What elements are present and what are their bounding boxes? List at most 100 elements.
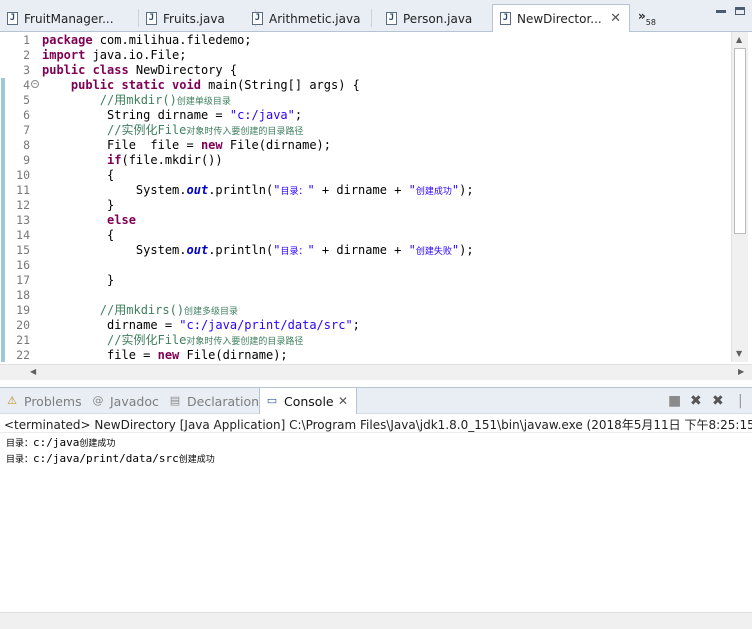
close-icon[interactable]: ✕ [338,394,348,408]
code-token: ; [294,108,303,122]
code-line[interactable]: 11 System.out.println("目录：" + dirname + … [0,183,730,198]
output-text: c:/java [33,436,80,449]
code-text: String dirname = "c:/java"; [42,108,302,123]
tab-overflow-button[interactable]: »58 [638,9,656,27]
line-number: 3 [23,63,30,77]
code-token: (file.mkdir()) [121,153,223,167]
tab-arithmetic[interactable]: J Arithmetic.java [245,5,375,32]
tab-label: Console [284,394,334,409]
code-line[interactable]: 16 [0,258,730,273]
tab-label: FruitManager... [24,12,114,26]
code-token: import [42,48,86,62]
code-line[interactable]: 6 String dirname = "c:/java"; [0,108,730,123]
line-number: 1 [23,33,30,47]
scroll-down-icon[interactable]: ▼ [736,349,742,358]
code-token: File file = [42,138,201,152]
close-icon[interactable]: ✕ [610,11,621,26]
java-file-icon: J [146,12,157,25]
code-text: public class NewDirectory { [42,63,237,78]
code-line[interactable]: 15 System.out.println("目录：" + dirname + … [0,243,730,258]
console-header: <terminated> NewDirectory [Java Applicat… [4,418,752,432]
code-token: System. [42,243,187,257]
scroll-thumb[interactable] [734,48,746,234]
tab-problems[interactable]: ⚠ Problems [0,388,86,414]
line-number: 16 [16,258,30,272]
code-token: if [107,153,122,167]
divider [0,432,752,433]
code-line[interactable]: 7 //实例化File对象时传入要创建的目录路径 [0,123,730,138]
code-token: " [307,183,315,197]
code-line[interactable]: 13 else [0,213,730,228]
code-line[interactable]: 1 package com.milihua.filedemo; [0,33,730,48]
code-line[interactable]: 4− public static void main(String[] args… [0,78,730,93]
terminate-icon[interactable]: ■ [668,394,681,408]
editor-horizontal-scrollbar[interactable]: ◀ ▶ [0,364,752,380]
code-token: " [307,243,315,257]
console-output[interactable]: <terminated> NewDirectory [Java Applicat… [0,414,752,616]
tab-fruits[interactable]: J Fruits.java [139,5,253,32]
code-line[interactable]: 9 if(file.mkdir()) [0,153,730,168]
code-token: //实例化File [107,123,187,137]
code-token: 目录： [280,187,308,197]
code-line[interactable]: 19 //用mkdirs()创建多级目录 [0,303,730,318]
line-number: 6 [23,108,30,122]
tab-fruitmanager[interactable]: J FruitManager... [0,5,137,32]
scroll-left-icon[interactable]: ◀ [30,367,36,376]
code-line[interactable]: 17 } [0,273,730,288]
tab-label: Javadoc [110,394,159,409]
tab-declaration[interactable]: ▤ Declaration [163,388,259,414]
code-token: 创建成功 [415,187,452,197]
remove-launch-icon[interactable]: ✖ [690,394,702,408]
tab-javadoc[interactable]: @ Javadoc [86,388,164,414]
scroll-right-icon[interactable]: ▶ [738,367,744,376]
console-line: 目录：c:/java/print/data/src创建成功 [6,452,215,465]
line-number: 9 [23,153,30,167]
editor-vertical-scrollbar[interactable]: ▲ ▼ [731,32,748,362]
code-token: .println( [208,243,274,257]
minimize-icon[interactable] [716,10,726,13]
line-number: 8 [23,138,30,152]
java-file-icon: J [252,12,263,25]
code-token: out [186,183,209,197]
scroll-up-icon[interactable]: ▲ [736,35,742,44]
code-text: dirname = "c:/java/print/data/src"; [42,318,360,333]
line-number: 2 [23,48,30,62]
code-text: import java.io.File; [42,48,187,63]
line-number: 17 [16,273,30,287]
code-token: //用mkdirs() [99,303,185,317]
code-line[interactable]: 22 file = new File(dirname); [0,348,730,363]
code-token: 创建单级目录 [176,97,231,107]
tab-person[interactable]: J Person.java [379,5,491,32]
code-token: 对象时传入要创建的目录路径 [186,127,304,137]
overflow-count: 58 [645,18,656,27]
code-line[interactable]: 20 dirname = "c:/java/print/data/src"; [0,318,730,333]
code-token: file = [42,348,158,362]
code-line[interactable]: 2 import java.io.File; [0,48,730,63]
tab-newdirectory[interactable]: J NewDirector... ✕ [492,4,630,33]
code-line[interactable]: 10 { [0,168,730,183]
code-token: " [408,243,416,257]
code-editor[interactable]: 1 package com.milihua.filedemo; 2 import ja… [0,32,752,364]
tab-label: Declaration [187,394,260,409]
code-token: java.io.File; [85,48,187,62]
code-line[interactable]: 12 } [0,198,730,213]
line-number: 4 [23,78,30,92]
code-token: ); [459,243,474,257]
console-horizontal-scrollbar[interactable] [0,612,752,629]
code-token: + dirname + [314,243,409,257]
code-line[interactable]: 14 { [0,228,730,243]
code-line[interactable]: 21 //实例化File对象时传入要创建的目录路径 [0,333,730,348]
code-line[interactable]: 8 File file = new File(dirname); [0,138,730,153]
code-line[interactable]: 3 public class NewDirectory { [0,63,730,78]
code-line[interactable]: 5 //用mkdir()创建单级目录 [0,93,730,108]
code-line[interactable]: 18 [0,288,730,303]
remove-all-terminated-icon[interactable]: ✖ [712,394,724,408]
javadoc-icon: @ [92,394,104,407]
code-token: File(dirname); [222,138,332,152]
code-text: } [42,198,114,213]
maximize-icon[interactable] [735,7,745,15]
fold-collapse-icon[interactable]: − [31,80,39,88]
tab-console[interactable]: ▭ Console ✕ [259,388,357,415]
